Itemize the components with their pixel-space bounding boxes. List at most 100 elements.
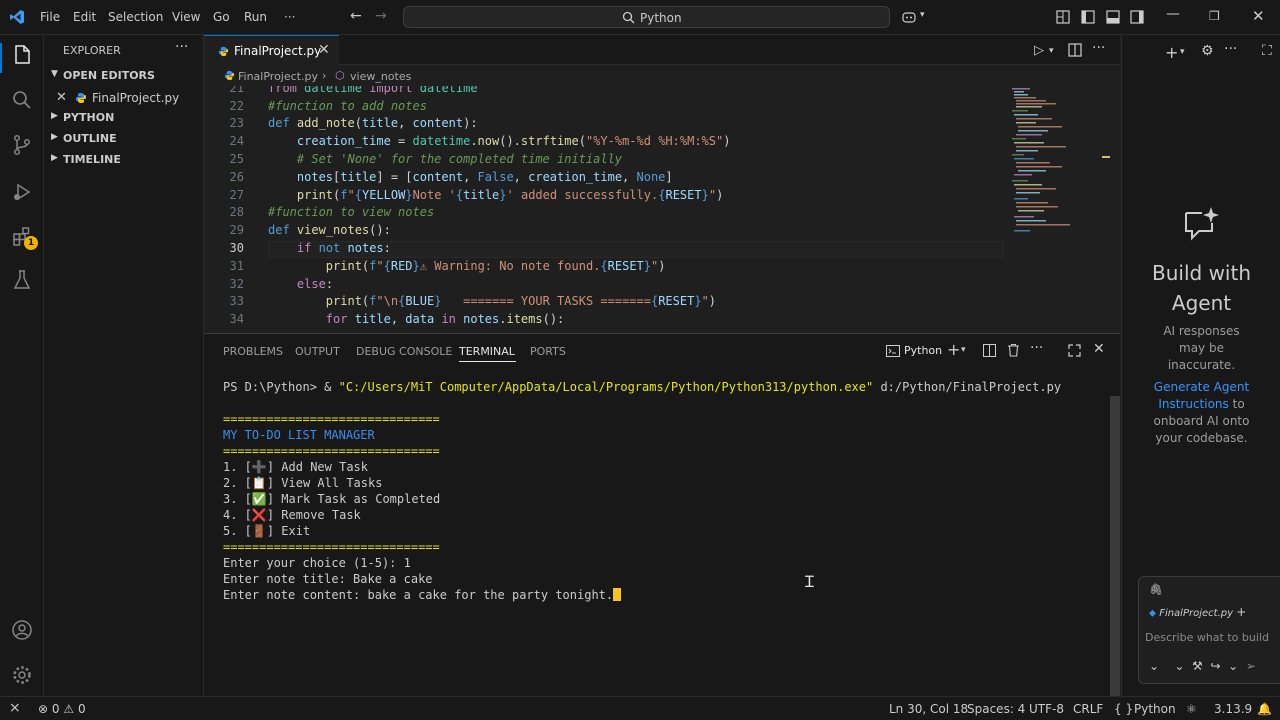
cross-emoji-icon: ❌ — [251, 508, 267, 522]
copilot-chevron-down-icon[interactable]: ▾ — [920, 10, 925, 20]
chat-settings-gear-icon[interactable]: ⚙ — [1201, 43, 1214, 59]
error-icon: ⊗ — [38, 702, 49, 716]
door-emoji-icon: 🚪 — [251, 524, 267, 538]
run-and-debug-icon[interactable] — [10, 180, 34, 204]
explorer-more-icon[interactable]: ··· — [175, 39, 188, 55]
model-chevron-down-icon[interactable]: ⌄ — [1174, 659, 1184, 673]
minimize-icon[interactable]: — — [1166, 6, 1180, 22]
section-timeline[interactable]: ▶ TIMELINE — [44, 150, 204, 170]
section-open-editors[interactable]: ▼ OPEN EDITORS — [44, 66, 204, 86]
command-center-search[interactable]: Python — [403, 6, 890, 28]
menu-file[interactable]: File — [40, 10, 60, 24]
menu-option-4: 4. [❌] Remove Task — [223, 508, 361, 522]
python-interpreter-version[interactable]: 3.13.9 — [1214, 702, 1252, 716]
chevron-right-icon: ▶ — [51, 111, 58, 121]
customize-layout-icon[interactable] — [1055, 9, 1071, 25]
extensions-badge: 1 — [24, 236, 38, 250]
minimap[interactable] — [1010, 86, 1110, 332]
language-mode[interactable]: Python — [1134, 702, 1176, 716]
terminal-profile-name[interactable]: Python — [904, 344, 942, 357]
tab-output[interactable]: OUTPUT — [295, 345, 340, 358]
tab-problems[interactable]: PROBLEMS — [223, 345, 283, 358]
remote-indicator-icon[interactable]: ⨯ — [9, 700, 21, 716]
copilot-icon[interactable] — [901, 9, 917, 25]
terminal-rule: ============================== — [223, 444, 440, 458]
chat-input-box[interactable]: 🖇 ⬥ FinalProject.py + Describe what to b… — [1138, 576, 1280, 684]
forward-arrow-icon[interactable]: → — [375, 8, 387, 24]
problems-status[interactable]: ⊗ 0 ⚠ 0 — [38, 702, 86, 716]
chat-input-placeholder[interactable]: Describe what to build — [1145, 631, 1280, 644]
menu-more[interactable]: ··· — [284, 10, 295, 24]
testing-flask-icon[interactable] — [10, 268, 34, 292]
delegate-arrow-icon[interactable]: ↪ — [1210, 659, 1220, 673]
section-outline[interactable]: ▶ OUTLINE — [44, 129, 204, 149]
explorer-files-icon[interactable] — [10, 43, 34, 67]
python-file-icon — [218, 46, 229, 57]
interpreter-icon[interactable]: ⚛ — [1186, 702, 1197, 716]
split-editor-icon[interactable] — [1068, 43, 1082, 57]
split-terminal-icon[interactable] — [983, 344, 996, 357]
run-chevron-down-icon[interactable]: ▾ — [1049, 46, 1054, 56]
tab-finalproject[interactable]: FinalProject.py ✕ — [204, 35, 339, 65]
terminal-scrollbar[interactable] — [1110, 396, 1120, 696]
editor-more-icon[interactable]: ··· — [1092, 40, 1105, 56]
tab-debug-console[interactable]: DEBUG CONSOLE — [356, 345, 452, 358]
section-python[interactable]: ▶ PYTHON — [44, 108, 204, 128]
toggle-panel-icon[interactable] — [1105, 9, 1121, 25]
close-window-icon[interactable]: ✕ — [1252, 7, 1265, 25]
chat-context-file[interactable]: ⬥ FinalProject.py + — [1149, 605, 1246, 619]
line-endings[interactable]: CRLF — [1073, 702, 1103, 716]
close-editor-icon[interactable]: ✕ — [56, 90, 67, 105]
toggle-primary-sidebar-icon[interactable] — [1080, 9, 1096, 25]
tab-terminal[interactable]: TERMINAL — [459, 345, 515, 358]
tools-icon[interactable]: ⚒ — [1192, 659, 1203, 673]
panel-more-icon[interactable]: ··· — [1030, 340, 1043, 356]
explorer-sidebar: EXPLORER ··· ▼ OPEN EDITORS ✕ FinalProje… — [44, 35, 204, 696]
toggle-secondary-sidebar-icon[interactable] — [1129, 9, 1145, 25]
add-plus-emoji-icon: ➕ — [251, 460, 267, 474]
language-braces-icon[interactable]: { } — [1114, 702, 1133, 716]
tab-ports[interactable]: PORTS — [530, 345, 566, 358]
cursor-position[interactable]: Ln 30, Col 18 — [889, 702, 968, 716]
terminal-output[interactable]: PS D:\Python> & "C:/Users/MiT Computer/A… — [223, 379, 1103, 679]
close-panel-icon[interactable]: ✕ — [1093, 341, 1105, 357]
new-chat-plus-icon[interactable]: + — [1165, 43, 1178, 62]
manage-gear-icon[interactable] — [10, 663, 34, 687]
search-icon[interactable] — [10, 88, 34, 112]
attach-paperclip-icon[interactable]: 🖇 — [1149, 583, 1163, 596]
menu-selection[interactable]: Selection — [108, 10, 163, 24]
menu-go[interactable]: Go — [213, 10, 230, 24]
notifications-bell-icon[interactable]: 🔔 — [1257, 702, 1272, 716]
run-python-file-icon[interactable]: ▷ — [1034, 43, 1044, 58]
encoding[interactable]: UTF-8 — [1029, 702, 1064, 716]
indentation[interactable]: Spaces: 4 — [967, 702, 1025, 716]
code-line: notes[title] = [content, False, creation… — [296, 170, 673, 184]
terminal-chevron-down-icon[interactable]: ▾ — [961, 345, 966, 355]
mode-chevron-icon[interactable]: ⌄ — [1228, 659, 1238, 673]
maximize-panel-icon[interactable] — [1068, 344, 1081, 357]
breadcrumb-symbol[interactable]: view_notes — [350, 70, 411, 83]
code-editor[interactable]: 21 22 23 24 25 26 27 28 29 30 31 32 33 3… — [204, 86, 1120, 332]
accounts-icon[interactable] — [10, 618, 34, 642]
line-number: 21 — [229, 86, 244, 95]
menu-view[interactable]: View — [172, 10, 200, 24]
send-icon[interactable]: ➢ — [1246, 659, 1256, 673]
source-control-icon[interactable] — [10, 133, 34, 157]
new-terminal-plus-icon[interactable]: + — [947, 340, 960, 359]
close-tab-icon[interactable]: ✕ — [318, 42, 330, 58]
menu-run[interactable]: Run — [244, 10, 267, 24]
chat-more-icon[interactable]: ··· — [1224, 41, 1237, 57]
mode-chevron-down-icon[interactable]: ⌄ — [1149, 659, 1159, 673]
back-arrow-icon[interactable]: ← — [350, 8, 362, 24]
terminal-input-title: Enter note title: Bake a cake — [223, 572, 433, 586]
new-chat-chevron-down-icon[interactable]: ▾ — [1180, 47, 1185, 57]
chevron-right-icon: ▶ — [51, 153, 58, 163]
line-number: 34 — [229, 312, 244, 326]
menu-edit[interactable]: Edit — [73, 10, 96, 24]
kill-terminal-trash-icon[interactable] — [1007, 343, 1020, 357]
restore-icon[interactable]: ❐ — [1209, 9, 1220, 23]
section-label: OUTLINE — [63, 132, 117, 145]
maximize-chat-icon[interactable]: ⛶ — [1262, 43, 1272, 59]
open-editor-item[interactable]: ✕ FinalProject.py — [44, 87, 204, 109]
breadcrumb-file[interactable]: FinalProject.py — [238, 70, 318, 83]
